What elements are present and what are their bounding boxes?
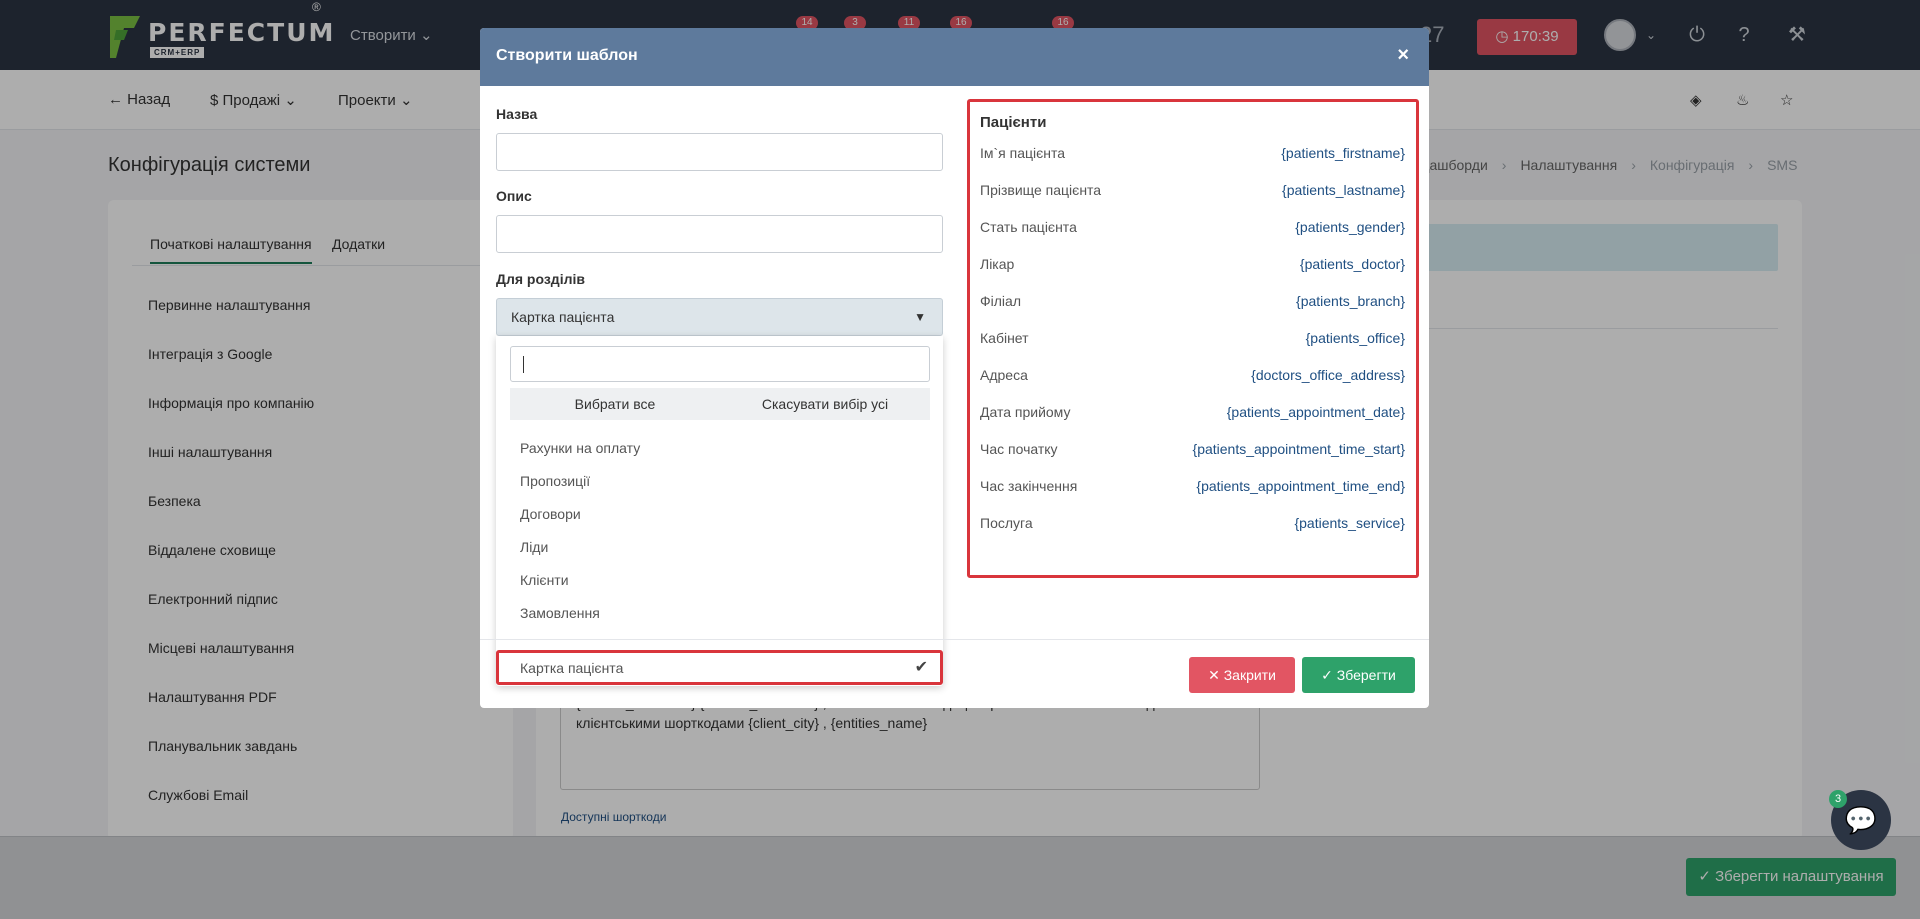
shortcode-label: Філіал xyxy=(980,293,1021,309)
close-button[interactable]: ✕ Закрити xyxy=(1189,657,1295,693)
dropdown-option[interactable]: Договори xyxy=(520,506,581,522)
shortcode-link[interactable]: {patients_branch} xyxy=(1296,293,1405,309)
sections-label: Для розділів xyxy=(496,271,585,287)
shortcode-link[interactable]: {doctors_office_address} xyxy=(1251,367,1405,383)
shortcode-row: Філіал {patients_branch} xyxy=(980,293,1405,309)
dropdown-option-selected[interactable]: Картка пацієнта ✔ xyxy=(496,650,943,685)
dropdown-option[interactable]: Замовлення xyxy=(520,605,600,621)
dropdown-search-input[interactable] xyxy=(510,346,930,382)
shortcode-row: Час початку {patients_appointment_time_st… xyxy=(980,441,1405,457)
shortcode-row: Дата прийому {patients_appointment_date} xyxy=(980,404,1405,420)
shortcode-label: Ім`я пацієнта xyxy=(980,145,1066,161)
shortcode-link[interactable]: {patients_office} xyxy=(1306,330,1405,346)
text-cursor xyxy=(523,356,524,373)
shortcode-row: Лікар {patients_doctor} xyxy=(980,256,1405,272)
shortcode-link[interactable]: {patients_appointment_time_end} xyxy=(1196,478,1405,494)
description-field[interactable] xyxy=(496,215,943,253)
shortcode-row: Стать пацієнта {patients_gender} xyxy=(980,219,1405,235)
selected-option-label: Картка пацієнта xyxy=(520,660,624,676)
shortcode-label: Прізвище пацієнта xyxy=(980,182,1102,198)
sections-dropdown: Вибрати все Скасувати вибір усі Рахунки … xyxy=(496,336,943,686)
modal-header: Створити шаблон × xyxy=(480,28,1429,86)
modal-footer-divider xyxy=(480,639,1429,640)
shortcode-label: Кабінет xyxy=(980,330,1029,346)
dropdown-option[interactable]: Ліди xyxy=(520,539,548,555)
create-template-modal: Створити шаблон × Назва Опис Для розділі… xyxy=(480,28,1429,708)
shortcode-link[interactable]: {patients_appointment_date} xyxy=(1227,404,1405,420)
shortcode-link[interactable]: {patients_lastname} xyxy=(1282,182,1405,198)
patients-shortcodes-panel: Пацієнти Ім`я пацієнта {patients_firstnam… xyxy=(967,99,1419,578)
select-all-button[interactable]: Вибрати все xyxy=(510,388,720,420)
shortcode-link[interactable]: {patients_appointment_time_start} xyxy=(1193,441,1405,457)
shortcode-row: Послуга {patients_service} xyxy=(980,515,1405,531)
shortcode-row: Адреса {doctors_office_address} xyxy=(980,367,1405,383)
shortcode-label: Лікар xyxy=(980,256,1015,272)
name-field[interactable] xyxy=(496,133,943,171)
shortcode-link[interactable]: {patients_doctor} xyxy=(1300,256,1405,272)
dropdown-actions: Вибрати все Скасувати вибір усі xyxy=(510,388,930,420)
shortcode-label: Послуга xyxy=(980,515,1033,531)
checkmark-icon: ✔ xyxy=(914,659,928,676)
close-icon[interactable]: × xyxy=(1397,44,1409,67)
save-button[interactable]: ✓ Зберегти xyxy=(1302,657,1415,693)
shortcode-link[interactable]: {patients_firstname} xyxy=(1281,145,1405,161)
description-label: Опис xyxy=(496,188,532,204)
dropdown-option[interactable]: Рахунки на оплату xyxy=(520,440,640,456)
sections-select[interactable]: Картка пацієнта ▼ xyxy=(496,298,943,336)
shortcode-label: Адреса xyxy=(980,367,1028,383)
dropdown-option[interactable]: Клієнти xyxy=(520,572,569,588)
shortcode-label: Стать пацієнта xyxy=(980,219,1077,235)
shortcode-label: Час закінчення xyxy=(980,478,1078,494)
modal-title: Створити шаблон xyxy=(496,47,638,64)
shortcode-link[interactable]: {patients_service} xyxy=(1294,515,1405,531)
shortcode-row: Ім`я пацієнта {patients_firstname} xyxy=(980,145,1405,161)
shortcode-row: Кабінет {patients_office} xyxy=(980,330,1405,346)
chevron-down-icon: ▼ xyxy=(914,310,926,324)
deselect-all-button[interactable]: Скасувати вибір усі xyxy=(720,388,930,420)
patients-title: Пацієнти xyxy=(980,114,1047,131)
sections-select-value: Картка пацієнта xyxy=(511,309,615,325)
shortcode-row: Прізвище пацієнта {patients_lastname} xyxy=(980,182,1405,198)
chat-icon: 💬 xyxy=(1844,805,1878,835)
shortcode-link[interactable]: {patients_gender} xyxy=(1295,219,1405,235)
name-label: Назва xyxy=(496,106,538,122)
shortcode-label: Час початку xyxy=(980,441,1058,457)
shortcode-label: Дата прийому xyxy=(980,404,1071,420)
shortcode-row: Час закінчення {patients_appointment_time… xyxy=(980,478,1405,494)
dropdown-option[interactable]: Пропозиції xyxy=(520,473,590,489)
chat-count-badge: 3 xyxy=(1829,790,1847,808)
